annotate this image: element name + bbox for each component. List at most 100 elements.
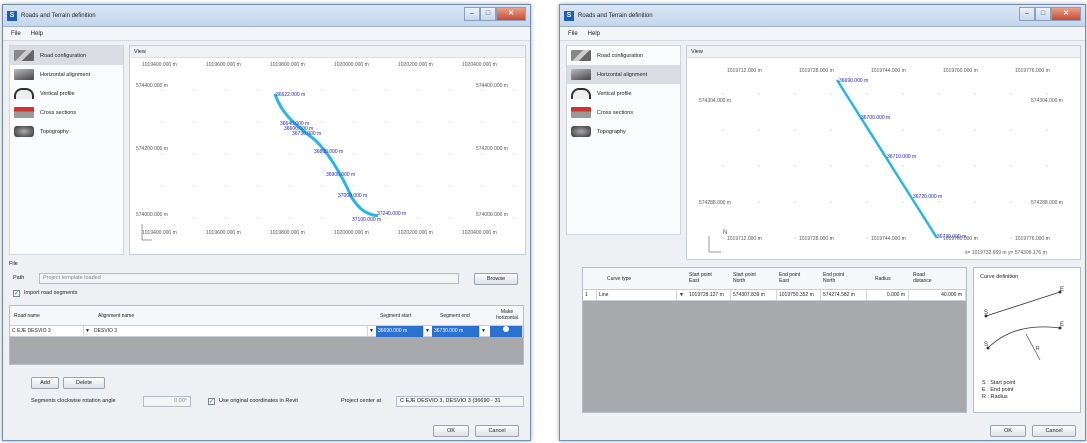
road-distance-cell[interactable]: 40.000 m (909, 290, 966, 301)
x-tick: 1019776.000 m (1015, 68, 1050, 74)
grid-dot (1046, 165, 1048, 167)
minimize-button[interactable]: – (1019, 7, 1035, 21)
view-header: View (130, 46, 525, 58)
segment-end-cell[interactable]: 36730.000 m (432, 326, 480, 337)
col-radius: Radius (875, 276, 891, 282)
chevron-down-icon[interactable]: ▼ (368, 327, 375, 335)
chevron-down-icon[interactable]: ▼ (678, 291, 685, 299)
road-name-cell[interactable]: C EJE DESVIO 3 (10, 326, 84, 337)
y-tick: 574400.000 m (136, 83, 168, 89)
grid-dot (1010, 129, 1012, 131)
nav-horizontal-alignment[interactable]: Horizontal alignment (567, 65, 680, 84)
grid-dot (1046, 93, 1048, 95)
plan-view[interactable]: 1019400.000 m 1019600.000 m 1019800.000 … (130, 58, 525, 254)
nav-road-configuration[interactable]: Road configuration (10, 46, 123, 65)
start-north-cell[interactable]: 574307.839 m (731, 290, 777, 301)
ok-button[interactable]: OK (990, 425, 1026, 437)
grid-dot (289, 217, 291, 219)
window-title: Roads and Terrain definition (578, 12, 653, 19)
end-east-cell[interactable]: 1019750.352 m (777, 290, 821, 301)
menu-help[interactable]: Help (588, 31, 600, 37)
original-coords-checkbox[interactable]: ✓ (208, 398, 215, 405)
start-east-cell[interactable]: 1019728.127 m (687, 290, 731, 301)
make-horizontal-cell[interactable] (490, 326, 523, 337)
browse-button[interactable]: Browse (474, 273, 518, 285)
nav-topography[interactable]: Topography (567, 122, 680, 141)
minimize-button[interactable]: – (464, 7, 480, 21)
cancel-button[interactable]: Cancel (475, 425, 519, 437)
menu-help[interactable]: Help (31, 31, 43, 37)
grid-dot (974, 201, 976, 203)
table-row[interactable]: C EJE DESVIO 3 ▼ DESVIO 3 ▼ 36690.000 m … (10, 326, 523, 337)
grid-dot (385, 153, 387, 155)
chevron-down-icon[interactable]: ▼ (84, 327, 91, 335)
curve-type-cell[interactable]: Line (597, 290, 677, 301)
import-checkbox[interactable]: ✓ (13, 290, 20, 297)
topography-icon (571, 126, 591, 137)
grid-dot (417, 217, 419, 219)
maximize-button[interactable]: □ (1035, 7, 1051, 21)
grid-dot (722, 165, 724, 167)
alignment-icon (14, 69, 34, 80)
nav-cross-sections[interactable]: Cross sections (10, 103, 123, 122)
grid-dot (1046, 129, 1048, 131)
nav-road-configuration[interactable]: Road configuration (567, 46, 680, 65)
radio-icon[interactable] (503, 326, 509, 332)
alignment-icon (571, 69, 591, 80)
delete-button[interactable]: Delete (63, 377, 105, 389)
chevron-down-icon[interactable]: ▼ (424, 327, 431, 335)
grid-dot (289, 153, 291, 155)
close-button[interactable]: ✕ (1051, 7, 1081, 21)
nav-label: Topography (597, 128, 626, 135)
grid-dot (902, 129, 904, 131)
grid-dot (794, 237, 796, 239)
grid-dot (902, 201, 904, 203)
x-tick-bottom: 1019776.000 m (1015, 236, 1050, 242)
project-center-select[interactable]: C EJE DESVIO 3, DESVIO 3 (36690 - 31 (396, 396, 524, 407)
app-icon: S (564, 10, 574, 21)
x-tick-bottom: 1019400.000 m (142, 230, 177, 236)
view-header: View (687, 46, 1080, 58)
chevron-down-icon[interactable]: ▼ (480, 327, 487, 335)
rotation-label: Segments clockwise rotation angle (31, 398, 116, 404)
nav-cross-sections[interactable]: Cross sections (567, 103, 680, 122)
menu-file[interactable]: File (11, 31, 21, 37)
add-button[interactable]: Add (31, 377, 59, 389)
legend-radius: R : Radius (982, 394, 1008, 400)
cross-section-icon (571, 107, 591, 118)
nav-horizontal-alignment[interactable]: Horizontal alignment (10, 65, 123, 84)
station-label: 36720.000 m (913, 194, 942, 200)
grid-dot (902, 93, 904, 95)
grid-dot (353, 89, 355, 91)
segment-start-cell[interactable]: 36690.000 m (376, 326, 424, 337)
cancel-button[interactable]: Cancel (1032, 425, 1076, 437)
rotation-field[interactable]: 0.00° (143, 396, 191, 407)
north-arrow-icon: N (708, 230, 727, 253)
table-row[interactable]: 1 Line ▼ 1019728.127 m 574307.839 m 1019… (583, 290, 966, 301)
x-tick: 1019712.000 m (727, 68, 762, 74)
y-tick: 574288.000 m (699, 200, 731, 206)
ok-button[interactable]: OK (433, 425, 469, 437)
nav-topography[interactable]: Topography (10, 122, 123, 141)
grid-dot (449, 89, 451, 91)
col-start-north: Start point North (733, 272, 756, 284)
curve-table: Curve type Start point East Start point … (582, 267, 967, 413)
grid-dot (866, 237, 868, 239)
grid-dot (938, 129, 940, 131)
legend-start: S : Start point (982, 380, 1016, 386)
plan-view[interactable]: 1019712.000 m 1019728.000 m 1019744.000 … (687, 58, 1080, 260)
file-section-label: File (9, 261, 18, 267)
nav-vertical-profile[interactable]: Vertical profile (567, 84, 680, 103)
nav-vertical-profile[interactable]: Vertical profile (10, 84, 123, 103)
end-north-cell[interactable]: 574274.582 m (821, 290, 867, 301)
menu-file[interactable]: File (568, 31, 578, 37)
x-tick-bottom: 1019600.000 m (206, 230, 241, 236)
grid-dot (866, 93, 868, 95)
alignment-cell[interactable]: DESVIO 3 (92, 326, 368, 337)
curve-definition-title: Curve definition (980, 274, 1019, 280)
close-button[interactable]: ✕ (496, 7, 526, 21)
path-field[interactable]: Project template loaded (39, 273, 459, 284)
maximize-button[interactable]: □ (480, 7, 496, 21)
legend-end: E : End point (982, 387, 1014, 393)
radius-cell[interactable]: 0.000 m (867, 290, 909, 301)
